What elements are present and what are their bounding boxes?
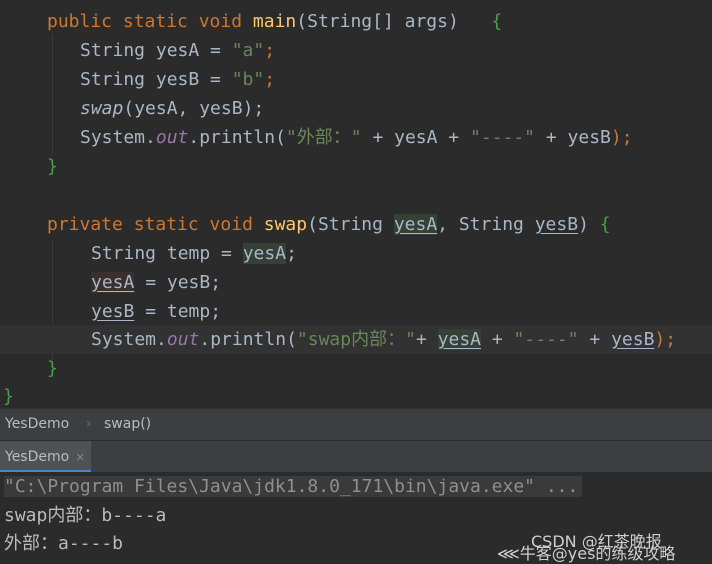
code-line-2[interactable]: String yesA = "a"; — [0, 36, 712, 65]
code-text: , String — [437, 214, 535, 235]
semicolon: ; — [264, 69, 276, 90]
code-line-5[interactable]: System.out.println("外部：" + yesA + "----"… — [0, 123, 712, 152]
string-literal: "swap内部：" — [296, 329, 416, 350]
code-line-12[interactable]: System.out.println("swap内部："+ yesA + "--… — [0, 325, 712, 354]
parameter: yesB — [91, 301, 135, 322]
code-text: String temp = — [91, 243, 243, 264]
breadcrumb-item-class[interactable]: YesDemo — [5, 409, 69, 440]
brace: { — [599, 214, 611, 235]
brace: { — [491, 11, 503, 32]
breadcrumb-item-method[interactable]: swap() — [104, 409, 151, 440]
code-line-13[interactable]: } — [0, 354, 712, 383]
string-literal: "a" — [231, 40, 265, 61]
code-line-10[interactable]: yesA = yesB; — [0, 268, 712, 297]
code-editor[interactable]: public static void main(String[] args) {… — [0, 0, 712, 408]
code-text: .println( — [199, 329, 297, 350]
code-text: (String[] args) — [296, 11, 492, 32]
string-literal: "----" — [469, 127, 536, 148]
code-text: ); — [610, 127, 633, 148]
code-line-3[interactable]: String yesB = "b"; — [0, 65, 712, 94]
code-text: (String — [307, 214, 394, 235]
code-line-11[interactable]: yesB = temp; — [0, 297, 712, 326]
semicolon: ; — [264, 40, 276, 61]
code-line-9[interactable]: String temp = yesA; — [0, 239, 712, 268]
code-text: System. — [80, 127, 156, 148]
static-field: out — [166, 329, 200, 350]
keyword: public static void — [47, 11, 253, 32]
code-text: System. — [91, 329, 167, 350]
keyword: private static void — [47, 214, 264, 235]
tab-label: YesDemo — [5, 449, 70, 465]
method-name: swap — [263, 214, 308, 235]
code-text: + — [578, 329, 612, 350]
code-text: ); — [654, 329, 677, 350]
code-text: = temp; — [134, 301, 222, 322]
tab-run-yesdemo[interactable]: YesDemo × — [0, 441, 92, 473]
run-tab-bar: YesDemo × — [0, 440, 712, 473]
code-line-4[interactable]: swap(yesA, yesB); — [0, 94, 712, 123]
code-text: String yesA = — [80, 40, 232, 61]
code-text: String yesB = — [80, 69, 232, 90]
brace: } — [47, 358, 58, 379]
close-icon[interactable]: × — [75, 450, 85, 464]
string-literal: "外部：" — [285, 127, 362, 148]
parameter: yesB — [611, 329, 655, 350]
variable-ref: yesA — [242, 243, 287, 264]
code-text: ; — [286, 243, 297, 264]
code-text: + yesA + — [361, 127, 470, 148]
console-line: 外部：a----b — [4, 533, 124, 554]
code-text: ) — [578, 214, 600, 235]
string-literal: "----" — [513, 329, 579, 350]
parameter: yesA — [91, 272, 135, 293]
console-command: "C:\Program Files\Java\jdk1.8.0_171\bin\… — [4, 476, 583, 497]
code-text: .println( — [188, 127, 286, 148]
brace: } — [3, 386, 14, 407]
code-text: + — [415, 329, 438, 350]
static-field: out — [155, 127, 189, 148]
parameter: yesA — [437, 329, 481, 350]
code-line-8[interactable]: private static void swap(String yesA, St… — [0, 210, 712, 239]
code-text: + — [481, 329, 514, 350]
watermark-nowcoder: ⋘牛客@yes的练级攻略 — [497, 544, 676, 563]
breadcrumb: YesDemo › swap() — [0, 408, 712, 440]
console-line: swap内部：b----a — [4, 505, 167, 526]
code-text: + yesB — [535, 127, 611, 148]
code-line-14[interactable]: } — [0, 382, 712, 411]
parameter: yesA — [393, 214, 438, 235]
brace: } — [47, 156, 58, 177]
watermark-logo-icon: ⋘ — [497, 544, 520, 563]
code-line-1[interactable]: public static void main(String[] args) { — [0, 7, 712, 36]
code-line-6[interactable]: } — [0, 152, 712, 181]
method-call: swap — [80, 98, 124, 119]
parameter: yesB — [534, 214, 579, 235]
string-literal: "b" — [231, 69, 265, 90]
console-line: "C:\Program Files\Java\jdk1.8.0_171\bin\… — [4, 473, 583, 501]
code-text: (yesA, yesB); — [123, 98, 265, 119]
method-name: main — [252, 11, 297, 32]
code-text: = yesB; — [134, 272, 222, 293]
chevron-right-icon: › — [86, 416, 92, 432]
